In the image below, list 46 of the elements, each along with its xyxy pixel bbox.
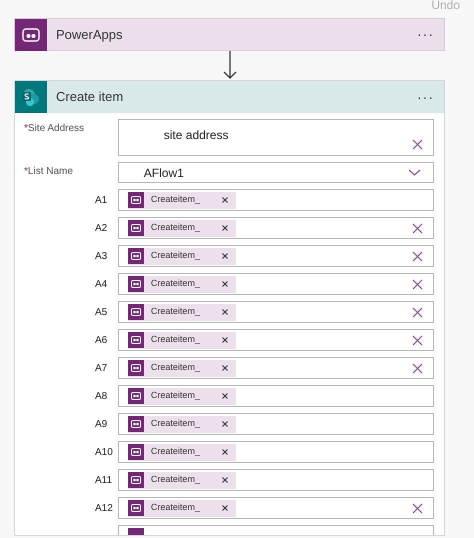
field-label: A11 <box>94 474 114 488</box>
field-label: A9 <box>94 418 108 432</box>
field-label: A4 <box>94 278 108 292</box>
token-chip[interactable]: Createitem_ <box>128 248 236 264</box>
field-label: *List Name <box>24 165 74 179</box>
input-field[interactable]: Createitem_ <box>118 217 434 239</box>
input-field[interactable]: Createitem_ <box>118 497 434 519</box>
token-chip[interactable]: Createitem_ <box>128 416 236 432</box>
token-chip[interactable]: Createitem_ <box>128 500 236 516</box>
token-chip[interactable]: Createitem_ <box>128 304 236 320</box>
field-label: A8 <box>94 390 108 404</box>
field-label: A6 <box>94 334 108 348</box>
field-label: *Site Address <box>24 122 86 136</box>
token-chip[interactable]: Createitem_ <box>128 388 236 404</box>
input-field[interactable]: Createitem_ <box>118 245 434 267</box>
token-chip[interactable]: Createitem_ <box>128 220 236 236</box>
input-field[interactable]: Createitem_ <box>118 273 434 295</box>
card-title: Create item <box>56 88 124 106</box>
action-card-header[interactable]: Create item ··· <box>15 81 444 113</box>
input-field[interactable]: Createitem_ <box>118 357 434 379</box>
input-field[interactable]: Createitem_ <box>118 413 434 435</box>
more-menu[interactable]: ··· <box>417 86 434 108</box>
input-field[interactable]: Createitem_ <box>118 189 434 211</box>
token-chip[interactable]: Createitem_ <box>128 192 236 208</box>
site-address-field[interactable]: site address <box>118 119 434 156</box>
trigger-card-header[interactable]: PowerApps ··· <box>14 18 445 51</box>
field-label: A7 <box>94 362 108 376</box>
field-label: A3 <box>94 250 108 264</box>
field-label: A10 <box>94 446 114 460</box>
token-chip[interactable]: Createitem_ <box>128 276 236 292</box>
input-field[interactable]: Createitem_ <box>118 469 434 491</box>
token-chip[interactable]: Createitem_ <box>128 360 236 376</box>
input-field[interactable]: Createitem_ <box>118 385 434 407</box>
more-menu[interactable]: ··· <box>417 24 434 45</box>
list-name-dropdown[interactable]: AFlow1 <box>118 162 434 183</box>
input-field[interactable]: Createitem_ <box>118 329 434 351</box>
field-label: A1 <box>94 194 108 208</box>
field-label: A2 <box>94 222 108 236</box>
token-chip[interactable]: Createitem_ <box>128 332 236 348</box>
field-label: A12 <box>94 502 114 516</box>
token-chip[interactable]: Createitem_ <box>128 472 236 488</box>
input-field[interactable]: Createitem_ <box>118 441 434 463</box>
input-field[interactable]: Createitem_ <box>118 301 434 323</box>
card-title: PowerApps <box>56 26 122 44</box>
token-chip[interactable]: Createitem_ <box>128 444 236 460</box>
field-label: A5 <box>94 306 108 320</box>
